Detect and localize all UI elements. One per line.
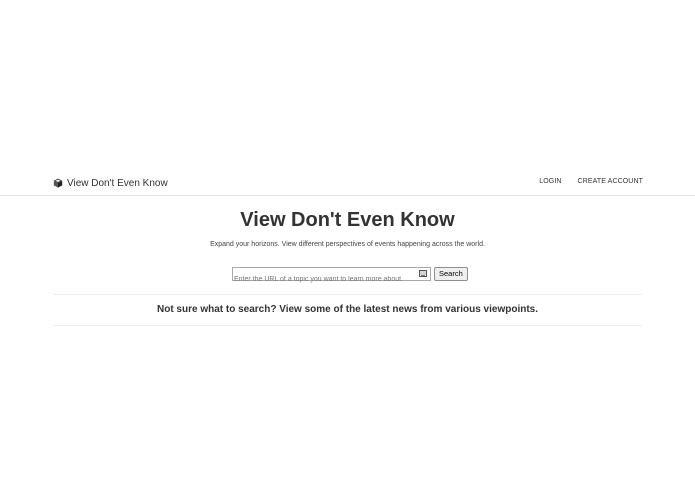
divider [53,325,642,326]
search-form: Search [232,267,468,286]
divider [53,294,642,295]
keyboard-icon[interactable] [419,270,427,277]
brand-link[interactable]: View Don't Even Know [53,176,168,190]
page-subtitle: Expand your horizons. View different per… [210,241,485,248]
create-account-link[interactable]: CREATE ACCOUNT [578,178,643,185]
page-title: View Don't Even Know [240,209,455,231]
search-button[interactable]: Search [434,267,468,281]
search-input-wrapper [232,267,431,286]
nav-links: LOGIN CREATE ACCOUNT [539,178,643,185]
latest-news-prompt: Not sure what to search? View some of th… [156,304,539,315]
cube-icon [53,178,63,188]
navbar: View Don't Even Know LOGIN CREATE ACCOUN… [0,170,695,196]
brand-title: View Don't Even Know [67,177,168,189]
login-link[interactable]: LOGIN [539,178,561,185]
search-input[interactable] [233,273,430,286]
